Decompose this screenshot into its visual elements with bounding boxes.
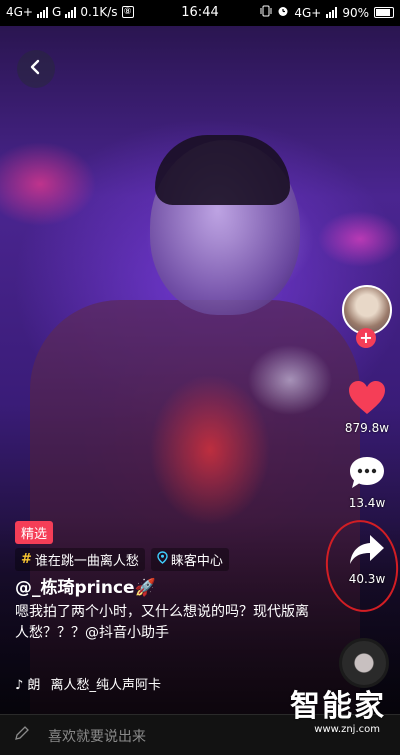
music-title: 离人愁_纯人声阿卡 [50, 678, 161, 693]
status-bar: 4G+ G 0.1K/s ⑧ 16:44 4G+ 90% [0, 0, 400, 26]
follow-button[interactable]: + [356, 328, 376, 348]
vibrate-icon [260, 5, 272, 20]
video-caption: 嗯我拍了两个小时，又什么想说的吗？现代版离人愁？？？@抖音小助手 [15, 604, 309, 641]
network-label-3: 4G+ [294, 5, 322, 20]
music-prefix: ♪ 朗 [15, 678, 41, 693]
tag-row: # 谁在跳一曲离人愁 睐客中心 [15, 548, 229, 571]
battery-icon [374, 7, 394, 18]
plus-icon: + [359, 328, 373, 347]
pencil-icon [14, 725, 30, 741]
like-button[interactable]: 879.8w [337, 380, 397, 435]
signal-icon-3 [326, 7, 338, 18]
video-figure-hair [155, 135, 290, 205]
back-button[interactable] [17, 50, 55, 88]
featured-badge: 精选 [15, 521, 54, 544]
location-pin-icon [157, 551, 168, 568]
alarm-icon [277, 5, 289, 20]
watermark-url: www.znj.com [314, 724, 380, 735]
music-info[interactable]: ♪ 朗 离人愁_纯人声阿卡 [15, 674, 161, 693]
battery-percent: 90% [342, 5, 369, 20]
heart-icon [347, 381, 387, 419]
watermark-brand: 智能家 [290, 689, 386, 724]
location-tag[interactable]: 睐客中心 [150, 548, 229, 571]
comment-button[interactable]: 13.4w [337, 455, 397, 510]
challenge-tag[interactable]: # 谁在跳一曲离人愁 [15, 548, 145, 571]
author-username[interactable]: @_栋琦prince🚀 [15, 573, 156, 598]
music-disc-button[interactable] [339, 638, 389, 688]
status-right: 4G+ 90% [260, 5, 394, 20]
chevron-left-icon [27, 58, 45, 80]
comment-count: 13.4w [348, 496, 386, 510]
hashtag-icon: # [21, 552, 32, 567]
like-count: 879.8w [344, 421, 390, 435]
comment-placeholder: 喜欢就要说出来 [48, 729, 146, 745]
comment-bubble-icon [348, 457, 386, 494]
watermark: 智能家 www.znj.com [290, 689, 386, 736]
location-tag-label: 睐客中心 [170, 554, 223, 569]
challenge-tag-label: 谁在跳一曲离人愁 [34, 554, 139, 569]
